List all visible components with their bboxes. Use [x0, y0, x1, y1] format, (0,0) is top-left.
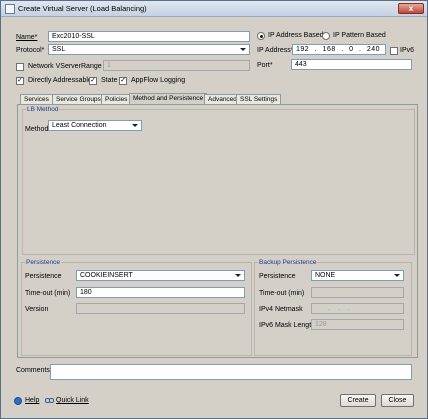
help-link[interactable]: Help — [25, 397, 39, 404]
protocol-select[interactable]: SSL — [48, 44, 250, 55]
create-virtual-server-dialog: Create Virtual Server (Load Balancing) x… — [0, 0, 428, 419]
method-and-persistence-panel: LB Method Method Least Connection Persis… — [17, 104, 418, 358]
tab-method-and-persistence[interactable]: Method and Persistence — [129, 93, 208, 104]
appflow-checkbox[interactable]: ✓ — [119, 77, 127, 85]
chevron-down-icon — [235, 274, 241, 277]
version-label: Version — [25, 306, 49, 313]
title-bar[interactable]: Create Virtual Server (Load Balancing) x — [1, 1, 427, 17]
ip-pattern-based-label: IP Pattern Based — [333, 32, 386, 39]
comments-input[interactable] — [50, 364, 412, 380]
ip-address-input[interactable]: 192 . 168 . 0 . 240 — [292, 44, 386, 55]
ipv6-mask-length-label: IPv6 Mask Length — [259, 322, 316, 329]
method-label: Method — [25, 126, 49, 133]
chevron-down-icon — [394, 274, 400, 277]
persistence-value: COOKIEINSERT — [80, 272, 133, 279]
close-button[interactable]: Close — [381, 394, 414, 407]
name-label: Name* — [16, 34, 37, 41]
backup-persistence-select[interactable]: NONE — [311, 270, 404, 281]
quick-link[interactable]: Quick Link — [56, 397, 89, 404]
tab-service-groups[interactable]: Service Groups — [52, 94, 105, 104]
directly-addressable-checkbox[interactable]: ✓ — [16, 77, 24, 85]
ip-dot: . — [314, 46, 318, 53]
window-title: Create Virtual Server (Load Balancing) — [18, 4, 147, 13]
netmask-dot: . — [347, 305, 358, 312]
backup-persistence-value: NONE — [315, 272, 336, 279]
network-vserver-checkbox[interactable] — [16, 63, 24, 71]
ipv6-mask-length-input[interactable]: 128 — [311, 319, 404, 330]
method-select[interactable]: Least Connection — [48, 120, 142, 131]
ip-address-based-label: IP Address Based — [268, 32, 324, 39]
backup-persistence-label: Persistence — [259, 273, 296, 280]
app-icon — [5, 4, 15, 14]
ip-address-based-radio[interactable] — [257, 32, 265, 40]
method-value: Least Connection — [52, 122, 107, 129]
name-input[interactable]: Exc2010-SSL — [48, 31, 250, 42]
help-icon[interactable] — [14, 397, 22, 405]
create-button[interactable]: Create — [340, 394, 376, 407]
network-vserver-label: Network VServer — [28, 63, 81, 70]
ip-octet: 168 — [322, 46, 336, 53]
name-label-text: Name* — [16, 34, 38, 41]
netmask-dot: . — [328, 305, 338, 312]
directly-addressable-label: Directly Addressable — [28, 77, 92, 84]
comments-label: Comments — [16, 367, 50, 374]
tab-ssl-settings[interactable]: SSL Settings — [236, 94, 282, 104]
port-input[interactable]: 443 — [291, 59, 412, 70]
ip-pattern-based-radio[interactable] — [322, 32, 330, 40]
persistence-legend: Persistence — [26, 259, 60, 266]
timeout-label: Time-out (min) — [25, 290, 71, 297]
ipv4-netmask-input[interactable]: ... — [311, 303, 404, 314]
backup-timeout-label: Time-out (min) — [259, 290, 305, 297]
range-input[interactable]: 1 — [103, 60, 250, 71]
backup-persistence-legend: Backup Persistence — [259, 259, 317, 266]
ip-address-label: IP Address* — [257, 47, 294, 54]
persistence-label: Persistence — [25, 273, 62, 280]
state-checkbox[interactable]: ✓ — [89, 77, 97, 85]
netmask-dot: . — [337, 305, 348, 312]
ip-dot: . — [358, 46, 362, 53]
ip-octet: 240 — [366, 46, 381, 53]
port-label: Port* — [257, 62, 273, 69]
protocol-value: SSL — [52, 46, 66, 53]
ipv4-netmask-label: IPv4 Netmask — [259, 306, 303, 313]
state-label: State — [101, 77, 118, 84]
tab-policies[interactable]: Policies — [101, 94, 132, 104]
ip-octet: 192 — [296, 46, 310, 53]
ipv6-label: IPv6 — [400, 47, 415, 54]
backup-timeout-input[interactable] — [311, 287, 404, 298]
tab-services[interactable]: Services — [20, 94, 53, 104]
window-close-button[interactable]: x — [398, 3, 424, 14]
appflow-label: AppFlow Logging — [131, 77, 186, 84]
lb-method-legend: LB Method — [27, 106, 59, 113]
ipv6-checkbox[interactable] — [390, 47, 398, 55]
ip-dot: . — [341, 46, 344, 53]
chevron-down-icon — [240, 48, 246, 51]
persistence-select[interactable]: COOKIEINSERT — [76, 270, 245, 281]
ip-octet: 0 — [349, 46, 354, 53]
chevron-down-icon — [132, 124, 138, 127]
protocol-label: Protocol* — [16, 47, 45, 54]
timeout-input[interactable]: 180 — [76, 287, 245, 298]
version-input[interactable] — [76, 303, 245, 314]
quick-link-icon[interactable] — [45, 397, 54, 404]
range-label: Range — [81, 63, 102, 70]
